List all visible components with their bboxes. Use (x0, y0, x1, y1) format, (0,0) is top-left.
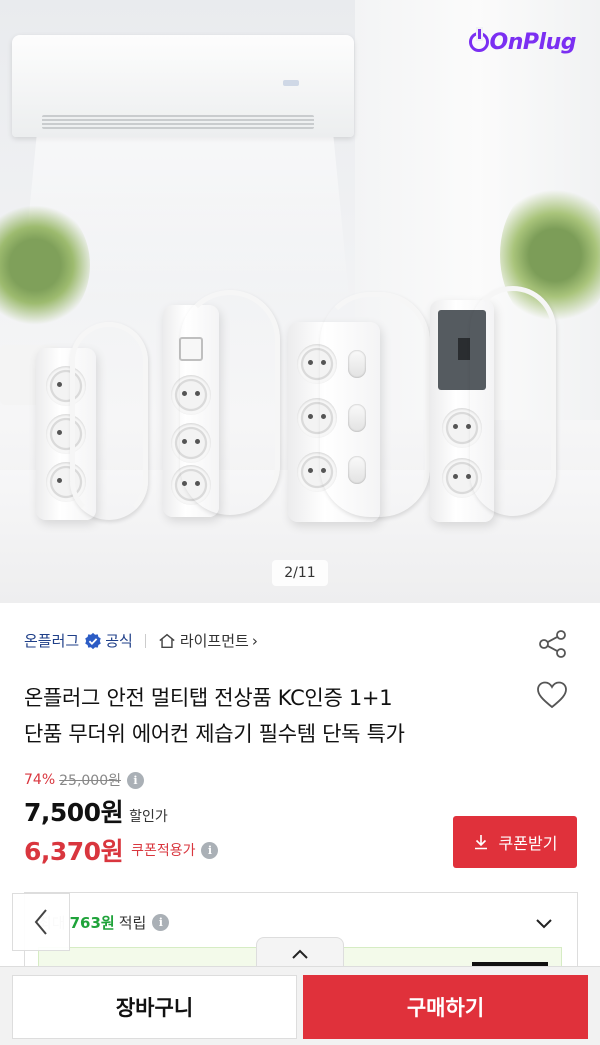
get-coupon-button[interactable]: 쿠폰받기 (453, 816, 577, 868)
original-price: 25,000원 (59, 773, 121, 789)
divider (144, 633, 146, 648)
verified-check-icon (85, 632, 101, 649)
add-to-cart-button[interactable]: 장바구니 (12, 975, 297, 1039)
product-title-line: 단품 무더위 에어컨 제습기 필수템 단독 특가 (24, 722, 405, 746)
coupon-price-row: 6,370원 쿠폰적용가 i (24, 832, 219, 868)
chevron-down-icon[interactable] (533, 912, 555, 934)
chevron-up-icon (292, 949, 308, 959)
seller-name[interactable]: 온플러그 (24, 630, 79, 651)
buy-now-button[interactable]: 구매하기 (303, 975, 588, 1039)
category-link[interactable]: 라이프먼트 (180, 630, 249, 651)
product-title-line: 온플러그 안전 멀티탭 전상품 KC인증 1+1 (24, 686, 393, 710)
points-amount: 763원 (69, 914, 115, 932)
cord (70, 322, 148, 520)
brand-logo: OnPlug (468, 29, 577, 55)
chevron-left-icon (34, 909, 47, 935)
discount-percent: 74% (24, 772, 56, 788)
coupon-price: 6,370원 (24, 837, 124, 866)
seller-row: 온플러그 공식 라이프먼트 › (24, 630, 258, 651)
sale-price-label: 할인가 (129, 809, 168, 825)
chevron-right-icon: › (251, 631, 258, 650)
official-badge: 공식 (105, 632, 133, 650)
cord (470, 286, 556, 516)
share-icon[interactable] (537, 628, 569, 660)
info-icon[interactable]: i (152, 914, 170, 931)
sale-price-row: 7,500원 할인가 (24, 793, 168, 829)
download-icon (474, 835, 487, 850)
get-coupon-label: 쿠폰받기 (498, 834, 558, 853)
coupon-price-label: 쿠폰적용가 (131, 843, 196, 859)
home-icon (159, 633, 175, 648)
heart-icon[interactable] (536, 680, 568, 710)
air-conditioner (12, 35, 354, 137)
sale-price: 7,500원 (24, 798, 124, 827)
product-image[interactable]: OnPlug 2/11 (0, 0, 600, 603)
cord (180, 290, 280, 515)
info-icon[interactable]: i (201, 841, 219, 859)
image-counter: 2/11 (272, 560, 328, 586)
info-icon[interactable]: i (127, 771, 144, 789)
discount-row: 74% 25,000원 i (24, 770, 144, 790)
scroll-up-tab[interactable] (256, 937, 344, 969)
cord (320, 292, 430, 517)
product-title: 온플러그 안전 멀티탭 전상품 KC인증 1+1 단품 무더위 에어컨 제습기 … (24, 680, 524, 752)
points-label: 적립 (118, 914, 147, 932)
back-button[interactable] (12, 893, 70, 951)
